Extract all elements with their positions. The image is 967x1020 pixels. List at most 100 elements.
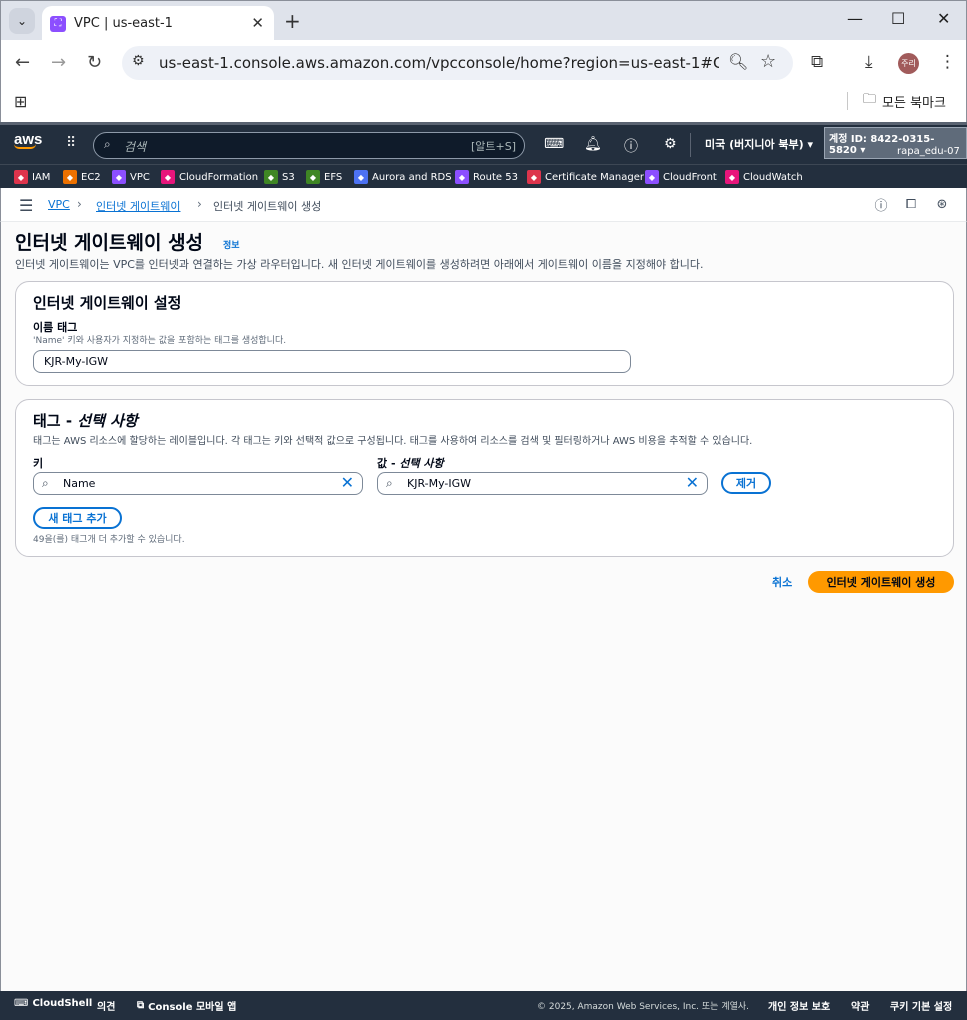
- search-icon: ⌕: [104, 137, 111, 151]
- favorites-bar: ◆ IAM ◆ EC2 ◆ VPC ◆ CloudFormation ◆ S3 ◆ EFS …: [0, 164, 967, 188]
- notifications-bell-icon[interactable]: 🔔︎: [584, 136, 602, 152]
- tutorial-panel-icon[interactable]: ⧠: [903, 196, 919, 212]
- user-name[interactable]: rapa_edu-07: [897, 146, 960, 157]
- key-label: 키: [33, 457, 44, 470]
- recorder-icon[interactable]: ⊛: [934, 196, 950, 212]
- url-text[interactable]: us-east-1.console.aws.amazon.com/vpccons…: [159, 54, 719, 72]
- browser-tab-strip: ⌄ ⛶ VPC | us-east-1 ✕ + — ☐ ✕: [0, 0, 967, 41]
- value-label: 값 - 선택 사항: [377, 457, 444, 470]
- tag-key-input[interactable]: ⌕ Name ✕: [33, 472, 363, 495]
- window-close-icon[interactable]: ✕: [937, 9, 950, 28]
- region-selector[interactable]: 미국 (버지니아 북부) ▾: [705, 136, 813, 152]
- internet-gateway-settings-panel: 인터넷 게이트웨이 설정 이름 태그 'Name' 키와 사용자가 지정하는 값…: [15, 281, 954, 386]
- ec2-service-icon: ◆: [63, 170, 77, 184]
- efs-service-icon: ◆: [306, 170, 320, 184]
- cancel-button[interactable]: 취소: [772, 574, 792, 590]
- favorite-cloudwatch[interactable]: ◆ CloudWatch: [725, 169, 803, 185]
- main-content: 인터넷 게이트웨이 생성 정보 인터넷 게이트웨이는 VPC를 인터넷과 연결하…: [0, 222, 967, 991]
- help-icon[interactable]: ⓘ: [624, 136, 638, 156]
- browser-menu-icon[interactable]: ⋮: [939, 52, 956, 72]
- back-arrow-icon[interactable]: ←: [15, 52, 30, 73]
- favorite-cloudformation[interactable]: ◆ CloudFormation: [161, 169, 258, 185]
- vpc-favicon-icon: ⛶: [50, 15, 66, 32]
- services-menu-icon[interactable]: ⠿: [66, 135, 76, 151]
- rds-service-icon: ◆: [354, 170, 368, 184]
- favorite-certificate-manager[interactable]: ◆ Certificate Manager: [527, 169, 644, 185]
- favorite-iam[interactable]: ◆ IAM: [14, 169, 50, 185]
- favorite-label: EC2: [81, 171, 101, 183]
- favorite-efs[interactable]: ◆ EFS: [306, 169, 342, 185]
- tab-close-icon[interactable]: ✕: [251, 14, 264, 32]
- bookmarks-bar: ⊞ 🗀 모든 북마크: [0, 86, 967, 122]
- tag-value-input[interactable]: ⌕ KJR-My-IGW ✕: [377, 472, 708, 495]
- browser-toolbar: ← → ↻ ⚙ us-east-1.console.aws.amazon.com…: [0, 40, 967, 86]
- tags-panel: 태그 - 선택 사항 태그는 AWS 리소스에 할당하는 레이블입니다. 각 태…: [15, 399, 954, 557]
- mobile-app-label: Console 모바일 앱: [148, 1002, 237, 1013]
- breadcrumb-internet-gateways[interactable]: 인터넷 게이트웨이: [96, 198, 180, 214]
- favorite-label: CloudFormation: [179, 171, 259, 183]
- cookie-preferences-link[interactable]: 쿠키 기본 설정: [890, 998, 952, 1013]
- tags-description: 태그는 AWS 리소스에 할당하는 레이블입니다. 각 태그는 키와 선택적 값…: [33, 436, 753, 447]
- address-bar[interactable]: ⚙ us-east-1.console.aws.amazon.com/vpcco…: [122, 46, 793, 80]
- breadcrumb-vpc[interactable]: VPC: [48, 198, 70, 211]
- favorite-label: CloudFront: [663, 171, 717, 183]
- aws-search-input[interactable]: ⌕ 검색 [알트+S]: [93, 132, 525, 159]
- favorite-aurora-rds[interactable]: ◆ Aurora and RDS: [354, 169, 452, 185]
- site-info-icon[interactable]: ⚙: [132, 53, 145, 69]
- bookmark-star-icon[interactable]: ☆: [760, 51, 776, 72]
- mobile-app-link[interactable]: ⧉ Console 모바일 앱: [137, 998, 236, 1013]
- tab-search-button[interactable]: ⌄: [9, 8, 35, 34]
- breadcrumb: ☰ VPC › 인터넷 게이트웨이 › 인터넷 게이트웨이 생성 ⓘ ⧠ ⊛: [0, 188, 967, 222]
- clear-icon[interactable]: ✕: [686, 473, 699, 492]
- create-internet-gateway-button[interactable]: 인터넷 게이트웨이 생성: [808, 571, 954, 593]
- tag-limit-hint: 49을(를) 태그개 더 추가할 수 있습니다.: [33, 535, 185, 545]
- reload-icon[interactable]: ↻: [87, 52, 102, 73]
- cloudfront-service-icon: ◆: [645, 170, 659, 184]
- maximize-icon[interactable]: ☐: [891, 9, 905, 28]
- privacy-link[interactable]: 개인 정보 보호: [768, 998, 830, 1013]
- settings-gear-icon[interactable]: ⚙: [664, 136, 677, 152]
- s3-service-icon: ◆: [264, 170, 278, 184]
- browser-tab[interactable]: ⛶ VPC | us-east-1 ✕: [42, 6, 274, 41]
- cloudshell-link[interactable]: ⌨ CloudShell: [14, 998, 92, 1009]
- favorite-s3[interactable]: ◆ S3: [264, 169, 295, 185]
- minimize-icon[interactable]: —: [847, 9, 863, 28]
- info-link[interactable]: 정보: [223, 238, 240, 251]
- clear-icon[interactable]: ✕: [341, 473, 354, 492]
- add-new-tag-button[interactable]: 새 태그 추가: [33, 507, 122, 529]
- favorite-route53[interactable]: ◆ Route 53: [455, 169, 518, 185]
- favorite-cloudfront[interactable]: ◆ CloudFront: [645, 169, 717, 185]
- remove-tag-button[interactable]: 제거: [721, 472, 771, 494]
- search-icon: ⌕: [386, 476, 393, 490]
- aws-logo[interactable]: aws: [14, 131, 42, 149]
- name-tag-input[interactable]: KJR-My-IGW: [33, 350, 631, 373]
- search-placeholder: 검색: [124, 140, 147, 154]
- favorite-label: S3: [282, 171, 295, 183]
- forward-arrow-icon[interactable]: →: [51, 52, 66, 73]
- tag-key-value: Name: [63, 477, 96, 490]
- page-title: 인터넷 게이트웨이 생성: [15, 232, 204, 254]
- side-nav-menu-icon[interactable]: ☰: [19, 196, 33, 215]
- console-footer: ⌨ CloudShell 의견 ⧉ Console 모바일 앱 © 2025, …: [0, 991, 967, 1020]
- all-bookmarks-button[interactable]: 🗀 모든 북마크: [863, 90, 946, 112]
- favorite-label: Route 53: [473, 171, 518, 183]
- acm-service-icon: ◆: [527, 170, 541, 184]
- terms-link[interactable]: 약관: [851, 998, 869, 1013]
- cloudshell-icon[interactable]: ⌨: [544, 136, 564, 152]
- bookmarks-divider: [847, 92, 848, 110]
- favorite-vpc[interactable]: ◆ VPC: [112, 169, 150, 185]
- favorite-ec2[interactable]: ◆ EC2: [63, 169, 101, 185]
- nav-divider: [690, 133, 691, 157]
- info-circle-icon[interactable]: ⓘ: [873, 196, 889, 214]
- extensions-icon[interactable]: ⧉: [811, 52, 823, 72]
- panel-title: 인터넷 게이트웨이 설정: [33, 294, 182, 312]
- apps-grid-icon[interactable]: ⊞: [14, 92, 27, 111]
- download-icon[interactable]: ⤓: [865, 52, 873, 72]
- route53-service-icon: ◆: [455, 170, 469, 184]
- new-tab-button[interactable]: +: [284, 9, 301, 33]
- name-tag-description: 'Name' 키와 사용자가 지정하는 값을 포함하는 태그를 생성합니다.: [33, 336, 287, 346]
- feedback-link[interactable]: 의견: [97, 998, 115, 1013]
- iam-service-icon: ◆: [14, 170, 28, 184]
- zoom-icon[interactable]: 🔍︎: [728, 52, 748, 71]
- profile-avatar[interactable]: 주리: [898, 53, 919, 74]
